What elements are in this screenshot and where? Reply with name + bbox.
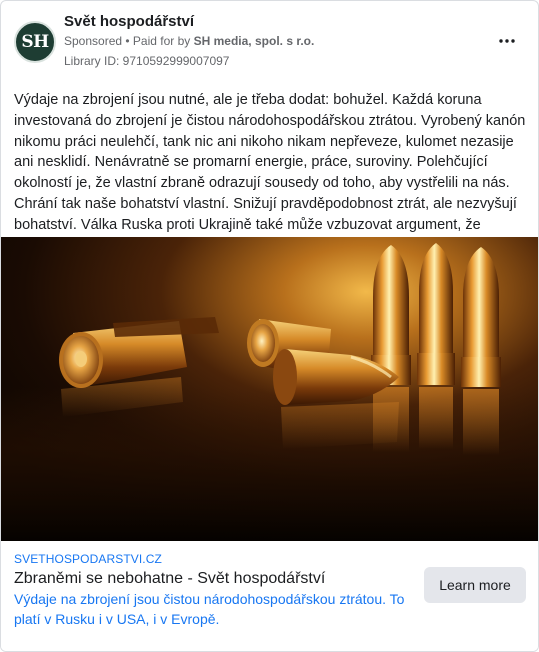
standing-bullet-2 xyxy=(417,243,455,449)
paid-for-prefix: • Paid for by xyxy=(122,34,194,48)
standing-bullet-3 xyxy=(461,247,501,455)
link-preview[interactable]: SVETHOSPODARSTVI.CZ Zbraněmi se nebohatn… xyxy=(1,541,538,651)
link-description[interactable]: Výdaje na zbrojení jsou čistou národohos… xyxy=(14,589,409,629)
ad-body-text: Výdaje na zbrojení jsou nutné, ale je tř… xyxy=(14,92,526,254)
ad-header: SH Svět hospodářství Sponsored • Paid fo… xyxy=(1,1,538,81)
library-id: Library ID: 9710592999007097 xyxy=(64,54,230,68)
link-domain[interactable]: SVETHOSPODARSTVI.CZ xyxy=(14,552,162,566)
link-title[interactable]: Zbraněmi se nebohatne - Svět hospodářstv… xyxy=(14,570,325,588)
page-name[interactable]: Svět hospodářství xyxy=(64,13,194,30)
more-horizontal-icon xyxy=(499,39,515,43)
ad-image[interactable] xyxy=(1,237,538,541)
avatar-initials: SH xyxy=(21,32,49,52)
paid-for-by: SH media, spol. s r.o. xyxy=(193,34,315,48)
learn-more-button[interactable]: Learn more xyxy=(424,567,526,603)
sponsor-line: Sponsored • Paid for by SH media, spol. … xyxy=(64,34,314,48)
sponsored-ad-card: SH Svět hospodářství Sponsored • Paid fo… xyxy=(0,0,539,652)
sponsored-label: Sponsored xyxy=(64,34,123,48)
avatar[interactable]: SH xyxy=(14,21,56,63)
more-options-button[interactable] xyxy=(492,29,522,53)
